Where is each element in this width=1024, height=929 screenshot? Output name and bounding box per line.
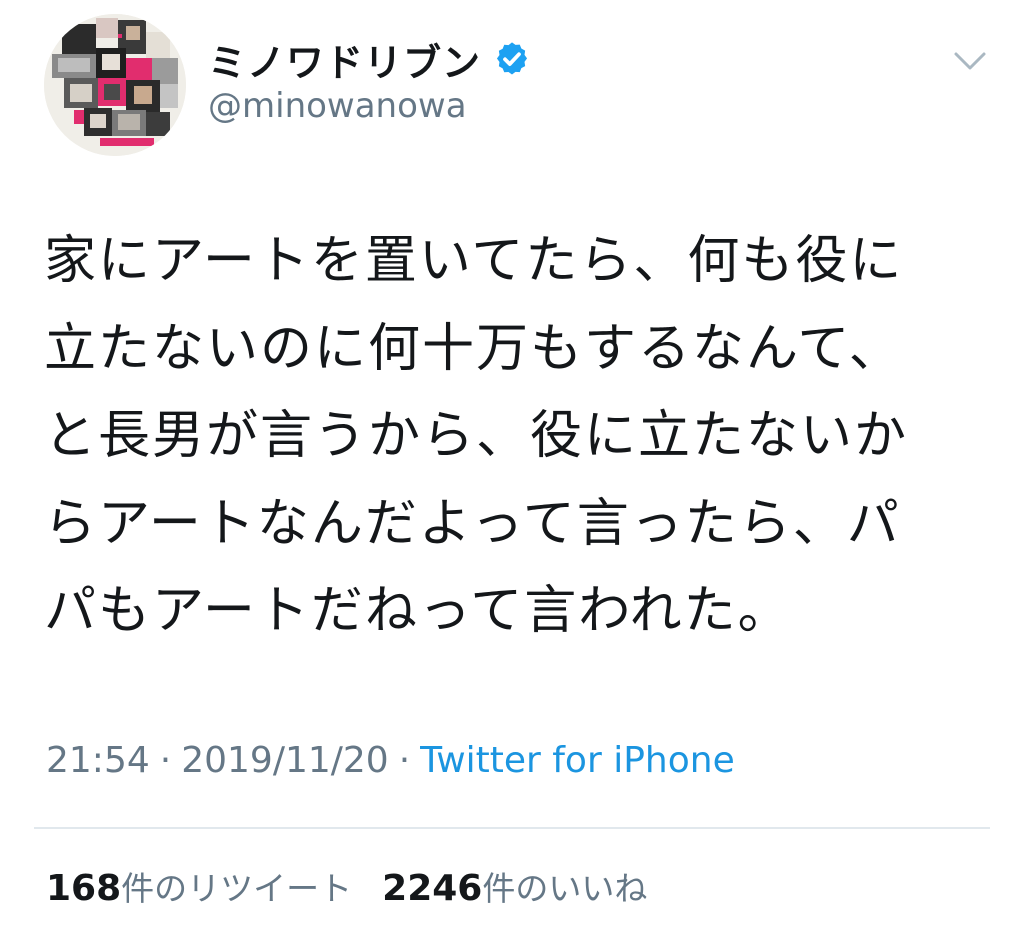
tweet-stats: 168 件のリツイート 2246 件のいいね: [46, 862, 647, 910]
tweet-text-line: らアートなんだよって言ったら、パ: [44, 493, 901, 554]
tweet-text: 家にアートを置いてたら、何も役に 立たないのに何十万もするなんて、 と長男が言う…: [44, 218, 984, 656]
meta-separator: ·: [398, 740, 411, 781]
tweet-text-line: 家にアートを置いてたら、何も役に: [44, 231, 904, 291]
tweet-date: 2019/11/20: [181, 740, 389, 781]
like-label: 件のいいね: [482, 869, 648, 908]
tweet-text-line: パもアートだねって言われた。: [44, 581, 792, 641]
chevron-down-icon[interactable]: [950, 44, 990, 76]
tweet-text-line: 立たないのに何十万もするなんて、: [44, 318, 903, 379]
author-name-row[interactable]: ミノワドリブン: [208, 32, 531, 87]
tweet-text-line: と長男が言うから、役に立たないか: [44, 406, 909, 466]
verified-badge-icon: [493, 40, 531, 78]
tweet-detail: ミノワドリブン @minowanowa 家にアートを置いてたら、何も役に 立たな…: [0, 0, 1024, 929]
avatar[interactable]: [44, 14, 186, 156]
retweet-count: 168: [46, 868, 122, 909]
likes-stat[interactable]: 2246 件のいいね: [382, 862, 647, 910]
retweet-label: 件のリツイート: [121, 869, 353, 908]
tweet-source-link[interactable]: Twitter for iPhone: [420, 740, 735, 781]
divider: [34, 827, 990, 829]
retweets-stat[interactable]: 168 件のリツイート: [46, 862, 352, 910]
author-display-name[interactable]: ミノワドリブン: [208, 32, 481, 87]
avatar-collage-image: [44, 14, 186, 156]
like-count: 2246: [382, 868, 483, 909]
tweet-meta: 21:54 · 2019/11/20 · Twitter for iPhone: [46, 740, 735, 781]
author-handle[interactable]: @minowanowa: [208, 86, 467, 126]
tweet-time: 21:54: [46, 740, 150, 781]
meta-separator: ·: [159, 740, 172, 781]
